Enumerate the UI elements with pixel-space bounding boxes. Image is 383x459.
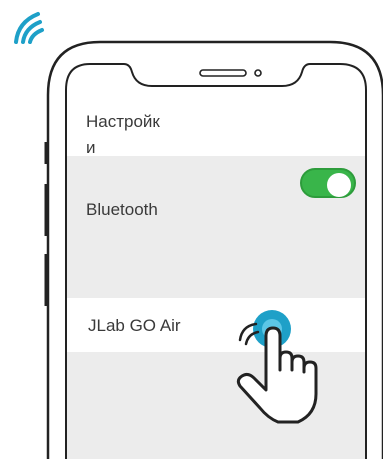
- bluetooth-toggle[interactable]: [300, 168, 356, 198]
- settings-title-line2: и: [86, 138, 96, 157]
- bluetooth-label: Bluetooth: [86, 200, 158, 219]
- front-camera: [254, 69, 262, 77]
- pointing-hand-icon: [236, 322, 318, 424]
- device-item-label[interactable]: JLab GO Air: [88, 316, 181, 336]
- toggle-knob: [327, 173, 351, 197]
- speaker-grille: [199, 69, 247, 77]
- settings-title-line1: Настройк: [86, 112, 160, 131]
